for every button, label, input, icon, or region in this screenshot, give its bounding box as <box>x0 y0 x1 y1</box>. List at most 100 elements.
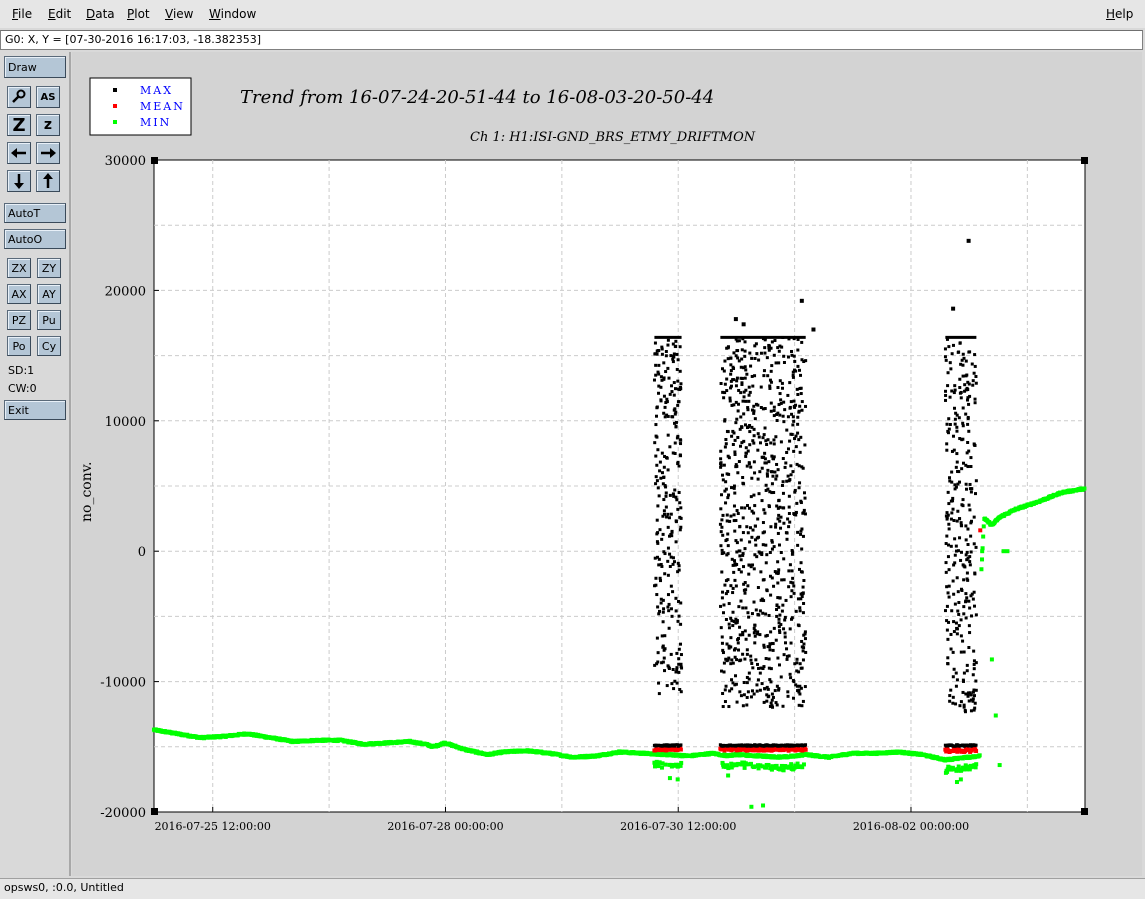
max-point <box>947 522 951 526</box>
min-point <box>974 762 979 767</box>
trend-chart[interactable]: MAX MEAN MIN Trend from 16-07-24-20-51-4… <box>72 52 1142 876</box>
max-point <box>767 460 771 464</box>
max-point <box>952 563 956 567</box>
max-point <box>760 466 764 470</box>
max-point <box>759 351 763 355</box>
max-point <box>790 412 794 416</box>
max-point <box>781 480 785 484</box>
max-point <box>758 688 762 692</box>
max-point <box>758 551 762 555</box>
menu-view[interactable]: View <box>165 7 193 21</box>
menu-file[interactable]: File <box>12 7 32 21</box>
max-point <box>751 384 755 388</box>
menu-window[interactable]: Window <box>209 7 256 21</box>
cy-button[interactable]: Cy <box>37 336 61 356</box>
menu-data[interactable]: Data <box>86 7 115 21</box>
menu-plot[interactable]: Plot <box>127 7 150 21</box>
corner-handle-tl[interactable] <box>151 157 158 164</box>
max-point <box>799 532 803 536</box>
zoom-out-small-button[interactable]: z <box>36 114 60 136</box>
max-point <box>776 656 780 660</box>
menu-help[interactable]: Help <box>1106 7 1133 21</box>
menu-edit[interactable]: Edit <box>48 7 71 21</box>
autot-button[interactable]: AutoT <box>4 203 66 223</box>
max-point <box>972 694 976 698</box>
max-point <box>757 492 761 496</box>
pan-right-button[interactable] <box>36 142 60 164</box>
corner-handle-br[interactable] <box>1081 808 1088 815</box>
max-point <box>656 605 660 609</box>
max-point <box>730 486 734 490</box>
max-point <box>774 525 778 529</box>
max-point <box>728 399 732 403</box>
zy-button[interactable]: ZY <box>37 258 61 278</box>
zx-button[interactable]: ZX <box>7 258 31 278</box>
max-point <box>739 570 743 574</box>
max-point <box>666 512 670 516</box>
max-point <box>757 535 761 539</box>
max-point <box>798 387 802 391</box>
max-point <box>772 626 776 630</box>
max-point <box>798 609 802 613</box>
zoom-in-large-button[interactable]: Z <box>7 114 31 136</box>
pan-down-button[interactable] <box>7 170 31 192</box>
magnifier-button[interactable] <box>7 86 31 108</box>
corner-handle-tr[interactable] <box>1081 157 1088 164</box>
max-point <box>657 372 661 376</box>
max-point <box>743 657 747 661</box>
max-point <box>719 449 723 453</box>
max-point <box>723 418 727 422</box>
max-point <box>747 563 751 567</box>
max-point <box>744 446 748 450</box>
ay-button[interactable]: AY <box>37 284 61 304</box>
max-point <box>771 474 775 478</box>
max-point <box>740 425 744 429</box>
exit-button[interactable]: Exit <box>4 400 66 420</box>
autoo-button[interactable]: AutoO <box>4 229 66 249</box>
max-point <box>741 606 745 610</box>
max-point <box>656 486 660 490</box>
max-point <box>668 493 672 497</box>
pan-up-button[interactable] <box>36 170 60 192</box>
max-point <box>741 652 745 656</box>
po-button[interactable]: Po <box>7 336 31 356</box>
max-point <box>661 645 665 649</box>
max-point <box>779 398 783 402</box>
max-point <box>762 665 766 669</box>
max-point <box>777 543 781 547</box>
ax-button[interactable]: AX <box>7 284 31 304</box>
pan-left-button[interactable] <box>7 142 31 164</box>
menu-window-label: indow <box>220 7 257 21</box>
max-point <box>968 563 972 567</box>
max-point <box>946 637 950 641</box>
corner-handle-bl[interactable] <box>151 808 158 815</box>
max-point <box>762 374 766 378</box>
annotate-as-button[interactable]: AS <box>36 86 60 108</box>
max-point <box>953 417 957 421</box>
max-point <box>673 421 677 425</box>
max-point <box>961 406 965 410</box>
max-point <box>782 521 786 525</box>
draw-button[interactable]: Draw <box>4 56 66 78</box>
max-point <box>971 383 975 387</box>
max-point <box>734 674 738 678</box>
max-point <box>786 694 790 698</box>
max-point <box>803 512 807 516</box>
max-point <box>789 580 793 584</box>
max-point <box>752 434 756 438</box>
max-point <box>738 625 742 629</box>
max-point <box>666 468 670 472</box>
max-point <box>958 341 962 345</box>
max-point <box>747 506 751 510</box>
max-point <box>739 415 743 419</box>
max-point <box>734 584 738 588</box>
max-point <box>740 348 744 352</box>
max-point <box>773 689 777 693</box>
max-point <box>673 451 677 455</box>
max-point <box>968 487 972 491</box>
max-point <box>723 688 727 692</box>
max-point <box>785 657 789 661</box>
pz-button[interactable]: PZ <box>7 310 31 330</box>
max-point <box>954 621 958 625</box>
pu-button[interactable]: Pu <box>37 310 61 330</box>
